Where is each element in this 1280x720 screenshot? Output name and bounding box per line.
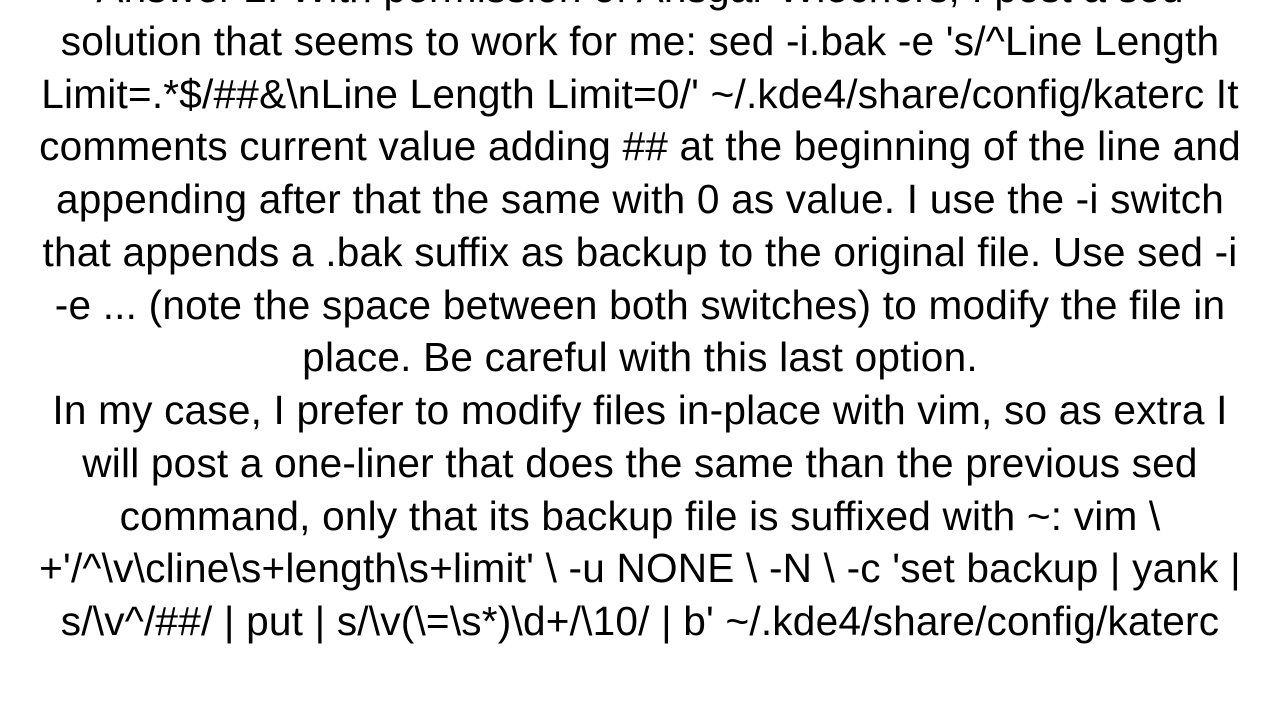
answer-paragraph-1: Answer 2: With permission of Ansgar Wiec… [30,0,1250,384]
answer-body: Answer 2: With permission of Ansgar Wiec… [30,0,1250,648]
answer-paragraph-2: In my case, I prefer to modify files in-… [30,384,1250,648]
document-page: Answer 2: With permission of Ansgar Wiec… [0,0,1280,720]
